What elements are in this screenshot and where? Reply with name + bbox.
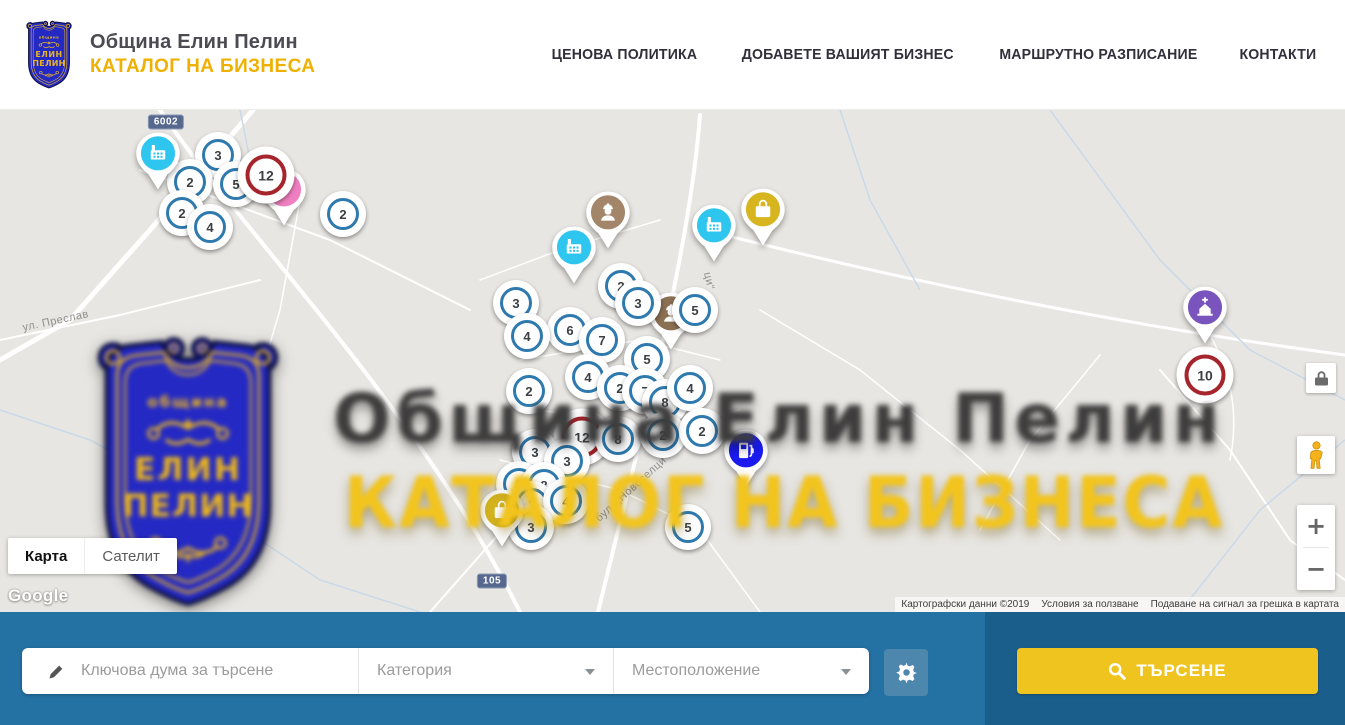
map-type-control: Карта Сателит [8,538,177,574]
svg-text:община: община [39,34,59,39]
map-attribution: Картографски данни ©2019 Условия за полз… [895,597,1345,612]
street-view-pegman-button[interactable] [1297,436,1335,474]
site-title: Община Елин Пелин [90,31,315,54]
pencil-icon [48,663,65,680]
search-button[interactable]: ТЪРСЕНЕ [1017,648,1318,694]
map-canvas[interactable]: ул. Преславбул. „Новоселци“ци“6002105 32… [0,110,1345,612]
map-type-satellite-button[interactable]: Сателит [84,538,177,574]
chevron-down-icon [585,669,595,675]
site-logo[interactable]: община ЕЛИН ПЕЛИН Община Елин Пелин КАТА… [22,18,315,92]
category-select-label: Категория [377,662,452,680]
zoom-in-button[interactable]: + [1297,505,1335,547]
attribution-report-link[interactable]: Подаване на сигнал за грешка в картата [1145,597,1345,612]
advanced-settings-button[interactable] [884,649,928,696]
location-select[interactable]: Местоположение [613,648,869,694]
nav-contacts[interactable]: КОНТАКТИ [1240,46,1317,63]
svg-text:ЕЛИН: ЕЛИН [35,49,62,58]
lock-button[interactable] [1306,363,1336,393]
search-icon [1108,662,1126,680]
pegman-icon [1306,440,1327,470]
map-cluster[interactable]: 2 [506,368,552,414]
map-cluster[interactable]: 4 [187,204,233,250]
factory-map-pin[interactable] [135,132,181,197]
bag-map-pin[interactable] [740,188,786,253]
church-map-pin[interactable] [1182,286,1228,351]
factory-map-pin[interactable] [551,226,597,291]
category-select[interactable]: Категория [358,648,613,694]
map-cluster[interactable]: 5 [665,504,711,550]
google-logo[interactable]: Google [8,586,68,606]
search-fieldbar: Категория Местоположение [22,648,869,694]
map-cluster[interactable]: 3 [615,280,661,326]
bag-map-pin[interactable] [479,489,525,554]
search-button-label: ТЪРСЕНЕ [1136,661,1226,681]
map-cluster[interactable]: 2 [320,191,366,237]
municipality-crest-icon: община ЕЛИН ПЕЛИН [22,18,76,92]
chevron-down-icon [841,669,851,675]
search-panel: Категория Местоположение ТЪРСЕНЕ [0,612,1345,725]
map-cluster[interactable]: 12 [238,147,295,204]
map-cluster[interactable]: 4 [504,313,550,359]
main-nav: ЦЕНОВА ПОЛИТИКА ДОБАВЕТЕ ВАШИЯТ БИЗНЕС М… [547,46,1319,63]
map-cluster[interactable]: 8 [595,416,641,462]
svg-text:ПЕЛИН: ПЕЛИН [32,58,65,67]
keyword-field[interactable] [22,648,358,694]
zoom-control: + − [1297,505,1335,590]
route-number-badge: 105 [477,574,507,589]
map-cluster[interactable]: 10 [1177,347,1234,404]
nav-add-your-business[interactable]: ДОБАВЕТЕ ВАШИЯТ БИЗНЕС [742,46,954,63]
map-cluster[interactable]: 4 [667,365,713,411]
fuel-map-pin[interactable] [723,429,769,494]
attribution-data: Картографски данни ©2019 [895,597,1035,612]
map-cluster[interactable]: 5 [672,287,718,333]
gear-icon [896,662,917,683]
keyword-search-input[interactable] [81,662,321,680]
attribution-terms-link[interactable]: Условия за ползване [1035,597,1144,612]
route-number-badge: 6002 [148,115,184,130]
location-select-label: Местоположение [632,662,760,680]
site-subtitle: КАТАЛОГ НА БИЗНЕСА [90,56,315,78]
zoom-out-button[interactable]: − [1297,548,1335,590]
map-cluster[interactable]: 2 [679,408,725,454]
factory-map-pin[interactable] [691,204,737,269]
nav-route-schedule[interactable]: МАРШРУТНО РАЗПИСАНИЕ [1000,46,1198,63]
header: община ЕЛИН ПЕЛИН Община Елин Пелин КАТА… [0,0,1345,110]
nav-pricing-policy[interactable]: ЦЕНОВА ПОЛИТИКА [552,46,698,63]
map-type-map-button[interactable]: Карта [8,538,84,574]
lock-icon [1315,371,1328,386]
